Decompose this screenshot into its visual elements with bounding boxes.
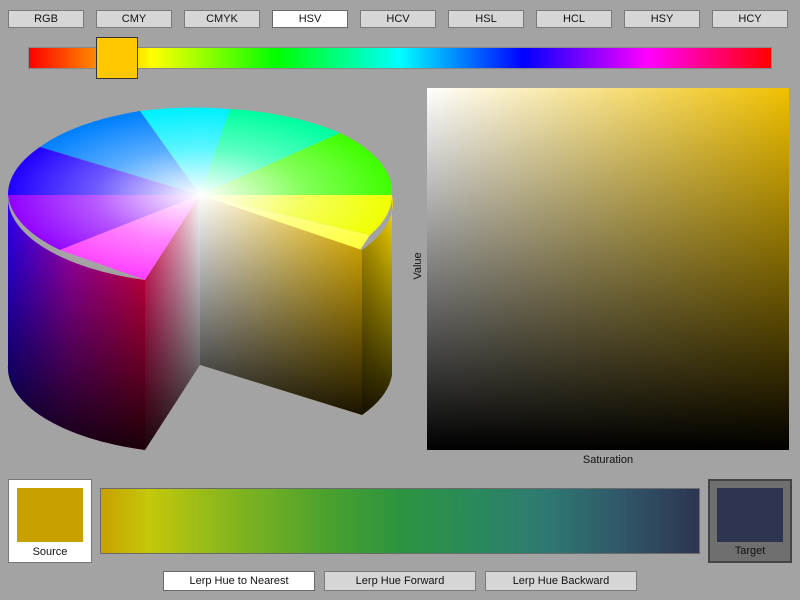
tab-cmyk[interactable]: CMYK [184, 10, 260, 28]
lerp-gradient-bar [100, 488, 700, 554]
tab-hsv[interactable]: HSV [272, 10, 348, 28]
saturation-value-plane[interactable] [427, 88, 789, 450]
tab-cmy[interactable]: CMY [96, 10, 172, 28]
tab-hcl[interactable]: HCL [536, 10, 612, 28]
source-swatch [17, 488, 83, 542]
target-color-box[interactable]: Target [708, 479, 792, 563]
lerp-hue-backward-button[interactable]: Lerp Hue Backward [485, 571, 637, 591]
tab-hsl[interactable]: HSL [448, 10, 524, 28]
tab-rgb[interactable]: RGB [8, 10, 84, 28]
hsv-cylinder[interactable] [0, 85, 400, 455]
tab-hcv[interactable]: HCV [360, 10, 436, 28]
lerp-hue-nearest-button[interactable]: Lerp Hue to Nearest [163, 571, 315, 591]
target-swatch [717, 488, 783, 542]
value-axis-label: Value [412, 252, 424, 280]
lerp-hue-forward-button[interactable]: Lerp Hue Forward [324, 571, 476, 591]
source-label: Source [32, 546, 68, 558]
saturation-axis-label: Saturation [582, 454, 634, 466]
tab-hcy[interactable]: HCY [712, 10, 788, 28]
tab-hsy[interactable]: HSY [624, 10, 700, 28]
target-label: Target [734, 545, 766, 557]
hue-slider-track[interactable] [28, 47, 772, 69]
hue-slider-handle[interactable] [96, 37, 139, 79]
source-color-box[interactable]: Source [8, 479, 92, 563]
